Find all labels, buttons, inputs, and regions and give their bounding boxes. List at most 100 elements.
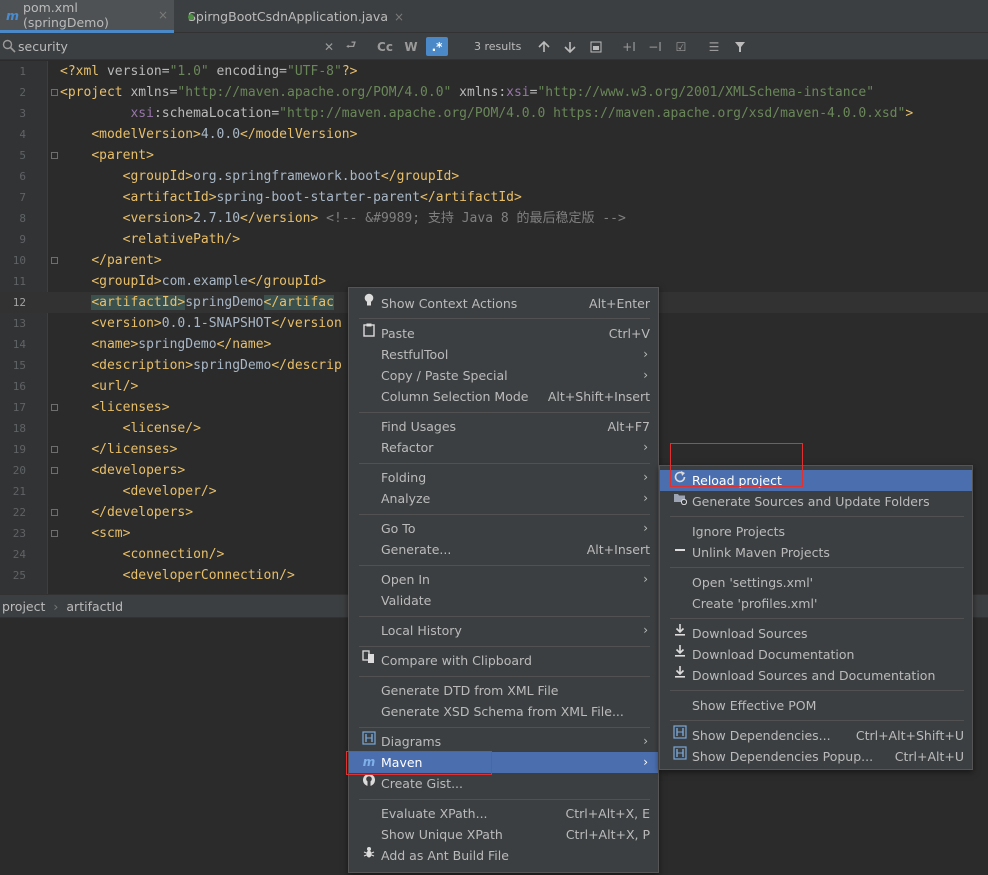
fold-marker-icon[interactable] [51, 530, 58, 537]
filter-icon[interactable] [732, 37, 748, 56]
code-text: <?xml version="1.0" encoding="UTF-8"?> [60, 64, 358, 79]
match-case-button[interactable]: Cc [374, 37, 396, 56]
menu-item-copy-paste-special[interactable]: Copy / Paste Special › [349, 365, 658, 386]
arrow-down-icon[interactable] [562, 37, 578, 56]
line-number: 8 [19, 212, 26, 225]
menu-item-diagrams[interactable]: Diagrams › [349, 731, 658, 752]
menu-item-local-history[interactable]: Local History › [349, 620, 658, 641]
maven-file-icon: m [6, 7, 20, 23]
menu-item-generate-xsd-schema-from-xml-file[interactable]: Generate XSD Schema from XML File... [349, 701, 658, 722]
breadcrumb-item-project[interactable]: project [2, 599, 45, 614]
fold-marker-icon[interactable] [51, 446, 58, 453]
menu-item-compare-with-clipboard[interactable]: Compare with Clipboard [349, 650, 658, 671]
fold-marker-icon[interactable] [51, 152, 58, 159]
clear-icon[interactable]: ✕ [322, 37, 336, 56]
menu-item-analyze[interactable]: Analyze › [349, 488, 658, 509]
code-text: <license/> [122, 421, 201, 436]
code-line[interactable]: 4 <modelVersion>4.0.0</modelVersion> [0, 124, 988, 145]
menu-item-generate[interactable]: Generate... Alt+Insert [349, 539, 658, 560]
menu-separator [359, 412, 650, 413]
menu-item-find-usages[interactable]: Find Usages Alt+F7 [349, 416, 658, 437]
fold-marker-icon[interactable] [51, 404, 58, 411]
code-line[interactable]: 6 <groupId>org.springframework.boot</gro… [0, 166, 988, 187]
tab-label: SpirngBootCsdnApplication.java [188, 9, 388, 24]
code-line[interactable]: 7 <artifactId>spring-boot-starter-parent… [0, 187, 988, 208]
code-line[interactable]: 3 xsi:schemaLocation="http://maven.apach… [0, 103, 988, 124]
menu-item-download-sources-and-documentation[interactable]: Download Sources and Documentation [660, 665, 972, 686]
menu-item-download-documentation[interactable]: Download Documentation [660, 644, 972, 665]
fold-marker-icon[interactable] [51, 89, 58, 96]
line-number: 23 [12, 527, 26, 540]
download-icon [672, 623, 688, 644]
menu-item-reload-project[interactable]: Reload project [660, 470, 972, 491]
chevron-right-icon: › [643, 572, 648, 586]
code-text: <developers> [91, 463, 186, 478]
menu-item-add-as-ant-build-file[interactable]: Add as Ant Build File [349, 845, 658, 866]
fold-marker-icon[interactable] [51, 467, 58, 474]
menu-item-paste[interactable]: Paste Ctrl+V [349, 323, 658, 344]
regex-button[interactable]: .* [426, 37, 448, 56]
select-all-occurrences-icon[interactable] [588, 37, 604, 56]
menu-item-folding[interactable]: Folding › [349, 467, 658, 488]
maven-submenu: Reload project Generate Sources and Updat… [659, 465, 973, 770]
menu-item-open-settings-xml[interactable]: Open 'settings.xml' [660, 572, 972, 593]
code-text: <groupId>com.example</groupId> [91, 274, 327, 289]
menu-item-column-selection-mode[interactable]: Column Selection Mode Alt+Shift+Insert [349, 386, 658, 407]
remove-occurrence-icon[interactable]: −Ⅰ [646, 37, 664, 56]
download-icon [672, 644, 688, 665]
code-line[interactable]: 9 <relativePath/> [0, 229, 988, 250]
filter-settings-icon[interactable]: ☰ [706, 37, 722, 56]
code-line[interactable]: 5 <parent> [0, 145, 988, 166]
code-line[interactable]: 8 <version>2.7.10</version> <!-- &#9989;… [0, 208, 988, 229]
line-number: 1 [19, 65, 26, 78]
search-icon [2, 39, 16, 53]
menu-item-refactor[interactable]: Refactor › [349, 437, 658, 458]
code-text: <scm> [91, 526, 131, 541]
menu-item-show-context-actions[interactable]: Show Context Actions Alt+Enter [349, 293, 658, 314]
menu-item-validate[interactable]: Validate [349, 590, 658, 611]
menu-item-evaluate-xpath[interactable]: Evaluate XPath... Ctrl+Alt+X, E [349, 803, 658, 824]
line-number: 14 [12, 338, 26, 351]
menu-item-label: Generate... [381, 542, 452, 557]
chevron-right-icon: › [643, 491, 648, 505]
breadcrumb-item-artifactid[interactable]: artifactId [66, 599, 123, 614]
fold-marker-icon[interactable] [51, 509, 58, 516]
menu-item-show-effective-pom[interactable]: Show Effective POM [660, 695, 972, 716]
menu-item-show-dependencies[interactable]: Show Dependencies... Ctrl+Alt+Shift+U [660, 725, 972, 746]
menu-item-unlink-maven-projects[interactable]: Unlink Maven Projects [660, 542, 972, 563]
words-button[interactable]: W [402, 37, 420, 56]
menu-item-label: Generate XSD Schema from XML File... [381, 704, 624, 719]
menu-item-generate-sources-and-update-folders[interactable]: Generate Sources and Update Folders [660, 491, 972, 512]
code-line[interactable]: 10 </parent> [0, 250, 988, 271]
menu-item-restfultool[interactable]: RestfulTool › [349, 344, 658, 365]
menu-item-go-to[interactable]: Go To › [349, 518, 658, 539]
menu-item-shortcut: Alt+F7 [607, 419, 650, 434]
close-icon[interactable]: × [158, 8, 168, 22]
menu-item-label: Open In [381, 572, 430, 587]
menu-item-create-profiles-xml[interactable]: Create 'profiles.xml' [660, 593, 972, 614]
code-line[interactable]: 2 <project xmlns="http://maven.apache.org… [0, 82, 988, 103]
add-occurrence-icon[interactable]: +Ⅰ [620, 37, 638, 56]
menu-item-open-in[interactable]: Open In › [349, 569, 658, 590]
tab-application-java[interactable]: SpirngBootCsdnApplication.java × [178, 0, 410, 33]
menu-item-create-gist[interactable]: Create Gist... [349, 773, 658, 794]
menu-item-download-sources[interactable]: Download Sources [660, 623, 972, 644]
menu-item-show-unique-xpath[interactable]: Show Unique XPath Ctrl+Alt+X, P [349, 824, 658, 845]
close-icon[interactable]: × [394, 10, 404, 24]
maven-icon: m [362, 755, 376, 769]
history-icon[interactable]: ⮐ [342, 37, 360, 56]
arrow-up-icon[interactable] [536, 37, 552, 56]
menu-item-generate-dtd-from-xml-file[interactable]: Generate DTD from XML File [349, 680, 658, 701]
fold-marker-icon[interactable] [51, 257, 58, 264]
search-input[interactable] [18, 36, 318, 56]
line-number: 18 [12, 422, 26, 435]
code-text: <version>2.7.10</version> <!-- &#9989; 支… [122, 211, 626, 226]
context-menu: Show Context Actions Alt+Enter Paste Ctrl+V… [348, 287, 659, 873]
menu-item-label: Ignore Projects [692, 524, 785, 539]
menu-item-ignore-projects[interactable]: Ignore Projects [660, 521, 972, 542]
select-all-icon[interactable]: ☑ [672, 37, 690, 56]
tab-pom-xml[interactable]: m pom.xml (springDemo) × [0, 0, 174, 33]
menu-item-maven[interactable]: m Maven › [349, 752, 658, 773]
code-line[interactable]: 1 <?xml version="1.0" encoding="UTF-8"?> [0, 61, 988, 82]
menu-item-show-dependencies-popup[interactable]: Show Dependencies Popup... Ctrl+Alt+U [660, 746, 972, 767]
